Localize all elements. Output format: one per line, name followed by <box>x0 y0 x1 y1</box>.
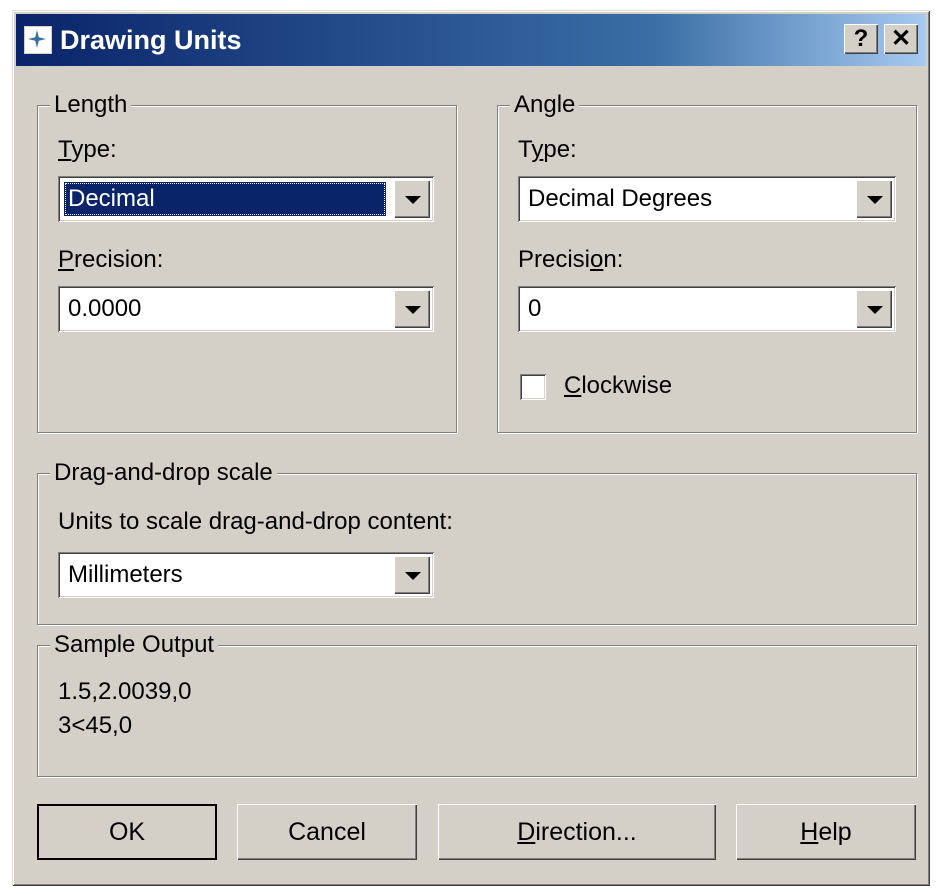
length-group: Length Type: Decimal Precision: 0.0000 <box>37 91 457 433</box>
length-precision-select[interactable]: 0.0000 <box>58 286 434 332</box>
chevron-down-icon[interactable] <box>394 556 430 594</box>
angle-group-label: Angle <box>510 91 580 119</box>
clockwise-checkbox[interactable] <box>520 374 546 400</box>
title-bar[interactable]: Drawing Units ? ✕ <box>16 14 926 66</box>
chevron-down-icon[interactable] <box>394 290 430 328</box>
angle-precision-value: 0 <box>528 295 542 322</box>
sample-output-label: Sample Output <box>50 631 219 659</box>
chevron-down-icon[interactable] <box>394 180 430 218</box>
length-type-value: Decimal <box>64 182 386 216</box>
chevron-down-icon[interactable] <box>856 180 892 218</box>
app-icon <box>24 26 52 54</box>
clockwise-label[interactable]: Clockwise <box>564 372 672 400</box>
units-select[interactable]: Millimeters <box>58 552 434 598</box>
angle-precision-label: Precision: <box>518 246 624 273</box>
close-icon[interactable]: ✕ <box>884 24 918 54</box>
sample-output-group: Sample Output 1.5,2.0039,0 3<45,0 <box>37 631 917 777</box>
help-title-button[interactable]: ? <box>844 24 878 54</box>
length-type-label: Type: <box>58 136 117 163</box>
length-precision-value: 0.0000 <box>68 295 142 322</box>
angle-precision-select[interactable]: 0 <box>518 286 896 332</box>
units-label: Units to scale drag-and-drop content: <box>58 508 453 535</box>
angle-type-select[interactable]: Decimal Degrees <box>518 176 896 222</box>
angle-type-value: Decimal Degrees <box>528 185 713 212</box>
length-group-label: Length <box>50 91 132 119</box>
dialog-title: Drawing Units <box>60 25 242 55</box>
cancel-button[interactable]: Cancel <box>237 804 417 860</box>
angle-type-label: Type: <box>518 136 577 163</box>
angle-group: Angle Type: Decimal Degrees Precision: 0… <box>497 91 917 433</box>
ok-button[interactable]: OK <box>37 804 217 860</box>
length-type-select[interactable]: Decimal <box>58 176 434 222</box>
drag-drop-group-label: Drag-and-drop scale <box>50 459 277 487</box>
sample-line-1: 1.5,2.0039,0 <box>58 678 192 705</box>
direction-button[interactable]: Direction... <box>438 804 716 860</box>
chevron-down-icon[interactable] <box>856 290 892 328</box>
help-button[interactable]: Help <box>736 804 916 860</box>
units-value: Millimeters <box>68 561 183 588</box>
length-precision-label: Precision: <box>58 246 164 273</box>
drag-drop-group: Drag-and-drop scale Units to scale drag-… <box>37 459 917 625</box>
drawing-units-dialog: Drawing Units ? ✕ Length Type: Decimal P… <box>12 10 930 886</box>
sample-line-2: 3<45,0 <box>58 712 133 739</box>
